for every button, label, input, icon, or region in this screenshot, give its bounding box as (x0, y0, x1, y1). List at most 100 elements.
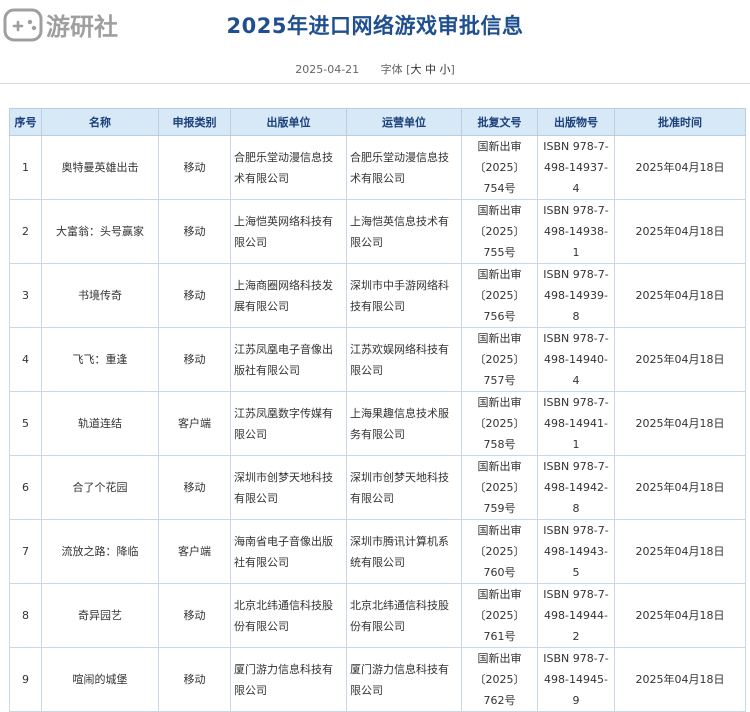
cell-publisher: 江苏凤凰电子音像出版社有限公司 (230, 327, 347, 392)
cell-game-name: 轨道连结 (41, 391, 159, 456)
cell-approval-no: 国新出审〔2025〕755号 (461, 199, 538, 264)
cell-isbn: ISBN 978-7-498-14937-4 (537, 135, 615, 200)
cell-index: 5 (9, 391, 42, 456)
cell-index: 3 (9, 263, 42, 328)
cell-operator: 合肥乐堂动漫信息技术有限公司 (346, 135, 462, 200)
header-isbn: 出版物号 (537, 108, 615, 136)
cell-operator: 江苏欢娱网络科技有限公司 (346, 327, 462, 392)
cell-category: 移动 (158, 135, 231, 200)
header-operator: 运营单位 (346, 108, 462, 136)
approval-table: 序号 名称 申报类别 出版单位 运营单位 批复文号 出版物号 批准时间 1 奥特曼… (9, 108, 746, 712)
header-name: 名称 (41, 108, 159, 136)
cell-index: 9 (9, 647, 42, 712)
cell-operator: 深圳市中手游网络科技有限公司 (346, 263, 462, 328)
cell-category: 移动 (158, 327, 231, 392)
cell-publisher: 厦门游力信息科技有限公司 (230, 647, 347, 712)
cell-category: 移动 (158, 263, 231, 328)
cell-approval-no: 国新出审〔2025〕757号 (461, 327, 538, 392)
font-bracket-close: ] (450, 63, 455, 76)
cell-category: 客户端 (158, 391, 231, 456)
cell-approval-date: 2025年04月18日 (614, 455, 746, 520)
table-row: 8 奇异园艺 移动 北京北纬通信科技股份有限公司 北京北纬通信科技股份有限公司 国新出审〔… (9, 583, 746, 648)
cell-approval-no: 国新出审〔2025〕760号 (461, 519, 538, 584)
cell-game-name: 喧闹的城堡 (41, 647, 159, 712)
cell-game-name: 飞飞：重逢 (41, 327, 159, 392)
cell-game-name: 流放之路：降临 (41, 519, 159, 584)
table-row: 7 流放之路：降临 客户端 海南省电子音像出版社有限公司 深圳市腾讯计算机系统有限公司国… (9, 519, 746, 584)
table-row: 3 书境传奇 移动 上海商圈网络科技发展有限公司 深圳市中手游网络科技有限公司 国新出审〔… (9, 263, 746, 328)
cell-index: 6 (9, 455, 42, 520)
cell-isbn: ISBN 978-7-498-14942-8 (537, 455, 615, 520)
table-body: 1 奥特曼英雄出击 移动 合肥乐堂动漫信息技术有限公司 合肥乐堂动漫信息技术有限公司 国新… (9, 135, 746, 712)
cell-operator: 深圳市创梦天地科技有限公司 (346, 455, 462, 520)
header-approval-no: 批复文号 (461, 108, 538, 136)
cell-game-name: 奥特曼英雄出击 (41, 135, 159, 200)
table-row: 2 大富翁：头号赢家 移动 上海恺英网络科技有限公司 上海恺英信息技术有限公司 国新出审〔… (9, 199, 746, 264)
cell-isbn: ISBN 978-7-498-14945-9 (537, 647, 615, 712)
cell-category: 移动 (158, 583, 231, 648)
cell-game-name: 书境传奇 (41, 263, 159, 328)
cell-approval-date: 2025年04月18日 (614, 135, 746, 200)
cell-category: 移动 (158, 199, 231, 264)
font-size-medium-link[interactable]: 中 (425, 63, 436, 76)
cell-isbn: ISBN 978-7-498-14938-1 (537, 199, 615, 264)
cell-publisher: 海南省电子音像出版社有限公司 (230, 519, 347, 584)
header-index: 序号 (9, 108, 42, 136)
cell-approval-no: 国新出审〔2025〕754号 (461, 135, 538, 200)
cell-approval-no: 国新出审〔2025〕762号 (461, 647, 538, 712)
header-approval-date: 批准时间 (614, 108, 746, 136)
cell-isbn: ISBN 978-7-498-14941-1 (537, 391, 615, 456)
cell-approval-no: 国新出审〔2025〕758号 (461, 391, 538, 456)
cell-category: 客户端 (158, 519, 231, 584)
page-title: 2025年进口网络游戏审批信息 (226, 14, 524, 38)
cell-isbn: ISBN 978-7-498-14943-5 (537, 519, 615, 584)
cell-game-name: 大富翁：头号赢家 (41, 199, 159, 264)
font-size-large-link[interactable]: 大 (410, 63, 421, 76)
cell-publisher: 深圳市创梦天地科技有限公司 (230, 455, 347, 520)
cell-index: 7 (9, 519, 42, 584)
publish-date: 2025-04-21 (295, 63, 360, 76)
cell-index: 8 (9, 583, 42, 648)
table-row: 6 合了个花园 移动 深圳市创梦天地科技有限公司 深圳市创梦天地科技有限公司 国新出审〔2… (9, 455, 746, 520)
cell-isbn: ISBN 978-7-498-14940-4 (537, 327, 615, 392)
cell-approval-date: 2025年04月18日 (614, 199, 746, 264)
cell-category: 移动 (158, 455, 231, 520)
cell-operator: 上海果趣信息技术服务有限公司 (346, 391, 462, 456)
table-row: 1 奥特曼英雄出击 移动 合肥乐堂动漫信息技术有限公司 合肥乐堂动漫信息技术有限公司 国新… (9, 135, 746, 200)
cell-publisher: 江苏凤凰数字传媒有限公司 (230, 391, 347, 456)
cell-publisher: 上海商圈网络科技发展有限公司 (230, 263, 347, 328)
cell-index: 4 (9, 327, 42, 392)
cell-approval-no: 国新出审〔2025〕759号 (461, 455, 538, 520)
table-row: 5 轨道连结 客户端 江苏凤凰数字传媒有限公司 上海果趣信息技术服务有限公司 国新出审〔2… (9, 391, 746, 456)
cell-approval-date: 2025年04月18日 (614, 263, 746, 328)
cell-operator: 厦门游力信息科技有限公司 (346, 647, 462, 712)
cell-isbn: ISBN 978-7-498-14944-2 (537, 583, 615, 648)
font-size-small-link[interactable]: 小 (439, 63, 450, 76)
cell-approval-no: 国新出审〔2025〕761号 (461, 583, 538, 648)
font-size-label: 字体 (380, 63, 403, 76)
table-row: 9 喧闹的城堡 移动 厦门游力信息科技有限公司 厦门游力信息科技有限公司 国新出审〔202… (9, 647, 746, 712)
table-row: 4 飞飞：重逢 移动 江苏凤凰电子音像出版社有限公司 江苏欢娱网络科技有限公司 国新出审〔… (9, 327, 746, 392)
header-publisher: 出版单位 (230, 108, 347, 136)
cell-publisher: 北京北纬通信科技股份有限公司 (230, 583, 347, 648)
cell-approval-date: 2025年04月18日 (614, 647, 746, 712)
cell-category: 移动 (158, 647, 231, 712)
cell-operator: 北京北纬通信科技股份有限公司 (346, 583, 462, 648)
cell-game-name: 合了个花园 (41, 455, 159, 520)
table-header-row: 序号 名称 申报类别 出版单位 运营单位 批复文号 出版物号 批准时间 (9, 108, 746, 136)
cell-operator: 上海恺英信息技术有限公司 (346, 199, 462, 264)
cell-index: 1 (9, 135, 42, 200)
cell-index: 2 (9, 199, 42, 264)
header-category: 申报类别 (158, 108, 231, 136)
article-meta: 2025-04-21 字体 [大 中 小] (0, 61, 750, 77)
cell-approval-date: 2025年04月18日 (614, 391, 746, 456)
cell-approval-no: 国新出审〔2025〕756号 (461, 263, 538, 328)
cell-game-name: 奇异园艺 (41, 583, 159, 648)
cell-approval-date: 2025年04月18日 (614, 519, 746, 584)
cell-isbn: ISBN 978-7-498-14939-8 (537, 263, 615, 328)
divider (0, 83, 750, 84)
cell-operator: 深圳市腾讯计算机系统有限公司 (346, 519, 462, 584)
cell-publisher: 上海恺英网络科技有限公司 (230, 199, 347, 264)
cell-approval-date: 2025年04月18日 (614, 583, 746, 648)
cell-publisher: 合肥乐堂动漫信息技术有限公司 (230, 135, 347, 200)
